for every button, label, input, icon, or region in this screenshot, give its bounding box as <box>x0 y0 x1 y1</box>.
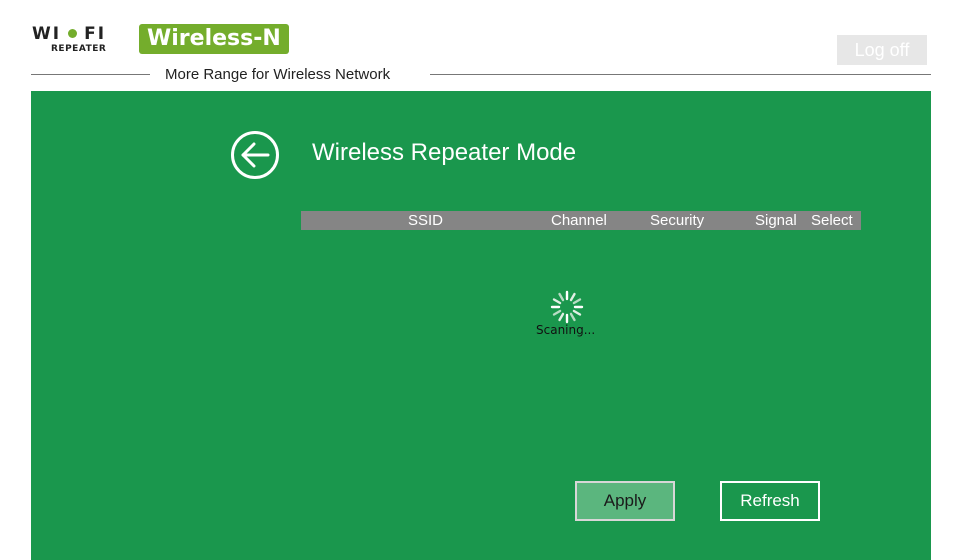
logo-dot <box>68 28 78 38</box>
column-header-signal: Signal <box>755 212 797 229</box>
refresh-button[interactable]: Refresh <box>720 481 820 521</box>
loading-spinner-icon <box>550 290 584 324</box>
logo-repeater-text: REPEATER <box>51 44 107 54</box>
logo-fi: FI <box>84 24 107 44</box>
ssid-table-header: SSID Channel Security Signal Select <box>301 211 861 230</box>
header-divider-left <box>31 74 150 75</box>
page-title: Wireless Repeater Mode <box>312 139 577 166</box>
back-arrow-icon[interactable] <box>229 129 281 181</box>
wifi-repeater-logo: WI FI REPEATER <box>32 24 122 56</box>
apply-button[interactable]: Apply <box>575 481 675 521</box>
spinner-tick <box>558 292 565 302</box>
column-header-ssid: SSID <box>408 212 444 229</box>
router-page: WI FI REPEATER Wireless-N Log off More Ra… <box>0 0 974 560</box>
logo-wi: WI <box>32 24 62 44</box>
tagline: More Range for Wireless Network <box>165 66 391 83</box>
column-header-select: Select <box>811 212 853 229</box>
spinner-tick <box>558 312 565 322</box>
spinner-tick <box>572 309 582 316</box>
wireless-n-badge: Wireless-N <box>139 24 289 54</box>
spinner-tick <box>569 292 576 302</box>
spinner-tick <box>552 309 562 316</box>
header-divider-right <box>430 74 931 75</box>
logo-wifi-text: WI FI <box>32 24 106 44</box>
scanning-status: Scaning... <box>536 323 596 337</box>
spinner-tick <box>569 312 576 322</box>
column-header-security: Security <box>650 212 705 229</box>
column-header-channel: Channel <box>551 212 607 229</box>
spinner-tick <box>552 298 562 305</box>
logoff-button[interactable]: Log off <box>837 35 927 65</box>
spinner-tick <box>572 298 582 305</box>
main-panel: Wireless Repeater Mode SSID Channel Secu… <box>31 91 931 560</box>
